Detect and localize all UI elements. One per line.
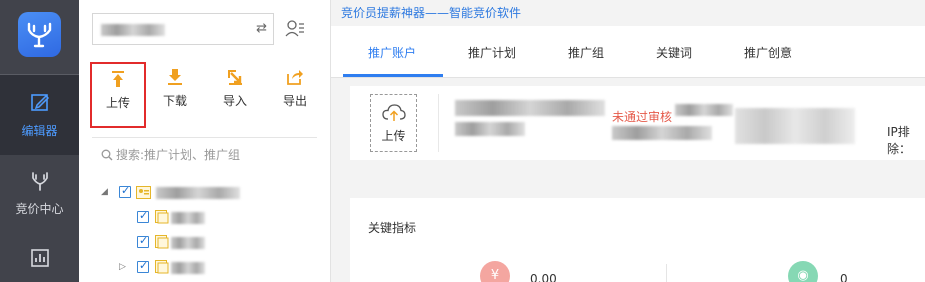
account-detail-masked — [455, 122, 525, 136]
tree-node-plan[interactable] — [137, 209, 317, 226]
tree-checkbox[interactable] — [137, 209, 149, 223]
account-detail-masked — [612, 126, 712, 140]
account-tree-panel: ⇄ 上传 下载 导入 导出 搜索:推广计划、推广组 ◢ ✓ ✓ ✓ ▷ ✓ — [79, 0, 331, 282]
tab-creatives[interactable]: 推广创意 — [744, 44, 792, 61]
search-icon — [101, 149, 113, 161]
plan-node-masked — [171, 262, 205, 274]
status-extra-masked — [675, 104, 733, 116]
main-content: 竞价员提薪神器——智能竞价软件 推广账户 推广计划 推广组 关键词 推广创意 上… — [331, 0, 925, 282]
plan-node-masked — [171, 212, 205, 224]
rail-label-editor: 编辑器 — [21, 124, 58, 138]
audit-status-text: 未通过审核 — [612, 110, 673, 124]
account-selector[interactable]: ⇄ — [92, 13, 274, 45]
download-button[interactable]: 下载 — [149, 64, 201, 109]
upload-label: 上传 — [105, 96, 130, 110]
tree-node-plan[interactable] — [137, 234, 317, 251]
tab-account[interactable]: 推广账户 — [368, 44, 416, 61]
upload-button[interactable]: 上传 — [90, 62, 146, 128]
import-button[interactable]: 导入 — [209, 64, 261, 109]
account-upload-button[interactable]: 上传 — [370, 94, 417, 152]
import-label: 导入 — [222, 94, 247, 108]
tab-groups[interactable]: 推广组 — [568, 44, 604, 61]
key-metrics-card: 关键指标 ¥ 0.00 ◉ 0 — [350, 198, 925, 282]
rail-item-bidding-center[interactable]: 竞价中心 — [0, 165, 79, 225]
report-chart-icon — [30, 249, 49, 267]
account-info-card: 上传 未通过审核 IP排除： — [350, 86, 925, 160]
eye-icon: ◉ — [788, 261, 818, 282]
left-rail: 编辑器 竞价中心 — [0, 0, 79, 282]
export-label: 导出 — [282, 94, 307, 108]
tree-checkbox[interactable] — [137, 259, 149, 273]
rail-item-reports[interactable] — [0, 248, 79, 278]
tab-bar: 推广账户 推广计划 推广组 关键词 推广创意 — [331, 26, 925, 78]
account-name-masked — [101, 24, 165, 36]
account-extra-masked — [735, 108, 855, 144]
app-window: 编辑器 竞价中心 ⇄ 上传 下载 导入 导出 搜索:推广计划、推广组 ◢ ✓ ✓… — [0, 0, 925, 282]
export-button[interactable]: 导出 — [269, 64, 321, 109]
upload-icon — [112, 71, 124, 87]
card-divider — [438, 94, 439, 152]
rail-label-bidding-center: 竞价中心 — [15, 202, 64, 216]
active-tab-indicator — [343, 74, 443, 77]
account-node-masked — [156, 187, 240, 199]
tree-checkbox[interactable] — [137, 234, 149, 248]
ip-exclusion-label: IP排除： — [887, 125, 912, 156]
tab-keywords[interactable]: 关键词 — [656, 44, 692, 61]
account-upload-label: 上传 — [381, 129, 406, 143]
switch-account-icon[interactable]: ⇄ — [256, 21, 267, 36]
cost-value: 0.00 — [530, 272, 557, 282]
plan-folder-icon — [155, 235, 169, 249]
rail-item-editor[interactable]: 编辑器 — [0, 75, 79, 155]
plan-node-masked — [171, 237, 205, 249]
collapse-triangle-icon[interactable]: ◢ — [101, 187, 108, 197]
edit-icon — [30, 94, 49, 111]
plan-folder-icon — [155, 260, 169, 274]
key-metrics-title: 关键指标 — [368, 221, 417, 235]
account-card-icon — [136, 186, 151, 199]
account-name-masked — [455, 100, 605, 116]
download-icon — [168, 69, 182, 85]
kpi-divider — [666, 264, 667, 282]
yen-icon: ¥ — [480, 261, 510, 282]
tree-node-account[interactable]: ◢ — [101, 184, 321, 201]
impressions-value: 0 — [840, 272, 848, 282]
download-label: 下载 — [162, 94, 187, 108]
app-subtitle: 竞价员提薪神器——智能竞价软件 — [341, 6, 522, 20]
tree-node-plan[interactable]: ▷ — [119, 259, 299, 276]
toolbar-divider — [92, 137, 317, 138]
app-logo — [18, 12, 61, 57]
export-icon — [287, 70, 303, 85]
import-icon — [228, 70, 242, 85]
search-placeholder: 搜索:推广计划、推广组 — [116, 148, 241, 162]
tree-search-input[interactable]: 搜索:推广计划、推广组 — [101, 146, 240, 163]
tab-plans[interactable]: 推广计划 — [468, 44, 516, 61]
expand-triangle-icon[interactable]: ▷ — [119, 262, 126, 272]
antler-icon — [31, 172, 48, 191]
plan-folder-icon — [155, 210, 169, 224]
user-list-icon[interactable] — [285, 19, 305, 37]
cloud-upload-icon — [381, 104, 406, 121]
tree-checkbox[interactable] — [119, 184, 131, 198]
